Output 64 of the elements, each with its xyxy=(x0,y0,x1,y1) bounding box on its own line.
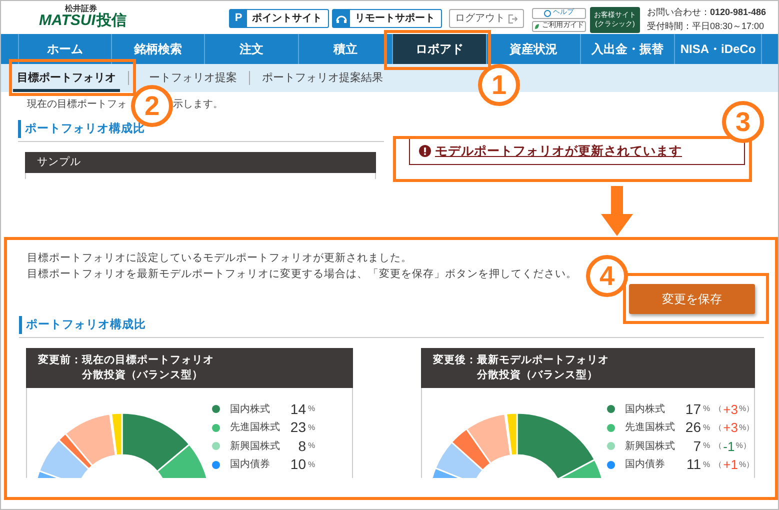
percent-unit: % xyxy=(703,458,710,471)
save-changes-button[interactable]: 変更を保存 xyxy=(629,284,755,314)
legend-value: 26 xyxy=(684,418,701,438)
p-icon: P xyxy=(230,10,247,27)
percent-unit: %） xyxy=(736,440,751,452)
annotation-number: 3 xyxy=(722,101,764,143)
card-subtitle: 分散投資（バランス型） xyxy=(80,368,204,383)
point-site-button[interactable]: P ポイントサイト xyxy=(229,9,329,28)
section-heading: ポートフォリオ構成比 xyxy=(19,316,755,334)
legend-value: 14 xyxy=(289,400,306,419)
paren: （ xyxy=(714,458,722,471)
percent-unit: % xyxy=(308,458,316,471)
legend-label: 国内債券 xyxy=(230,458,271,472)
percent-unit: %） xyxy=(738,422,754,434)
table-header: サンプル xyxy=(25,152,376,173)
card-title: 変更後：最新モデルポートフォリオ xyxy=(433,353,610,368)
legend-label: 国内株式 xyxy=(230,402,271,417)
annotation-number: 4 xyxy=(586,255,628,297)
percent-unit: % xyxy=(308,422,316,434)
legend-value: 17 xyxy=(684,400,701,419)
logo-brand: MATSUI xyxy=(39,13,96,29)
card-title: 変更前：現在の目標ポートフォリオ xyxy=(38,353,215,368)
legend-value: 7 xyxy=(692,436,701,456)
legend-label: 国内債券 xyxy=(625,458,666,472)
legend-label: 先進国株式 xyxy=(625,420,676,436)
percent-unit: %） xyxy=(738,403,754,416)
intro-text: 示します。 xyxy=(173,98,223,112)
percent-unit: % xyxy=(308,403,316,416)
subnav-tab[interactable]: ポートフォリオ提案結果 xyxy=(258,64,387,92)
legend-label: 新興国株式 xyxy=(625,440,676,454)
nav-tab[interactable]: ロボアド xyxy=(392,34,486,64)
percent-unit: %） xyxy=(738,458,754,471)
message-text: 目標ポートフォリオを最新モデルポートフォリオに変更する場合は、「変更を保存」ボタンを押してください。 xyxy=(27,267,578,282)
change-amount: +1 xyxy=(723,456,738,474)
legend-value: 8 xyxy=(297,436,306,456)
card-subtitle: 分散投資（バランス型） xyxy=(476,368,599,383)
annotation-number: 1 xyxy=(478,64,520,106)
paren: （ xyxy=(714,403,722,416)
percent-unit: % xyxy=(703,403,710,416)
logout-button[interactable]: ログアウト xyxy=(449,9,524,28)
message-text: 目標ポートフォリオに設定しているモデルポートフォリオが更新されました。 xyxy=(27,251,413,266)
legend-label: 先進国株式 xyxy=(230,420,281,436)
change-amount: -1 xyxy=(723,438,735,456)
intro-text: 現在の目標ポートフォ xyxy=(27,98,127,112)
legend-label: 新興国株式 xyxy=(230,440,281,454)
percent-unit: % xyxy=(703,440,710,452)
legend-value: 10 xyxy=(289,455,306,474)
alert-link[interactable]: モデルポートフォリオが更新されています xyxy=(435,142,682,160)
logo-company-name: 松井証券 xyxy=(65,4,97,13)
contact-phone: お問い合わせ：0120-981-486 xyxy=(647,6,766,19)
percent-unit: % xyxy=(703,422,710,434)
legend-label: 国内株式 xyxy=(625,402,666,417)
percent-unit: % xyxy=(308,440,316,452)
nav-tab[interactable]: NISA・iDeCo xyxy=(674,34,762,64)
change-amount: +3 xyxy=(723,419,738,437)
legend-value: 23 xyxy=(289,418,306,438)
business-hours: 受付時間：平日08:30～17:00 xyxy=(647,20,766,33)
paren: （ xyxy=(714,440,722,452)
change-amount: +3 xyxy=(723,400,738,418)
subnav-tab[interactable]: 目標ポートフォリオ xyxy=(13,64,120,92)
remote-support-button[interactable]: リモートサポート xyxy=(332,9,442,28)
legend-value: 11 xyxy=(685,455,701,474)
logo-suffix: 投信 xyxy=(96,13,126,29)
paren: （ xyxy=(714,422,722,434)
